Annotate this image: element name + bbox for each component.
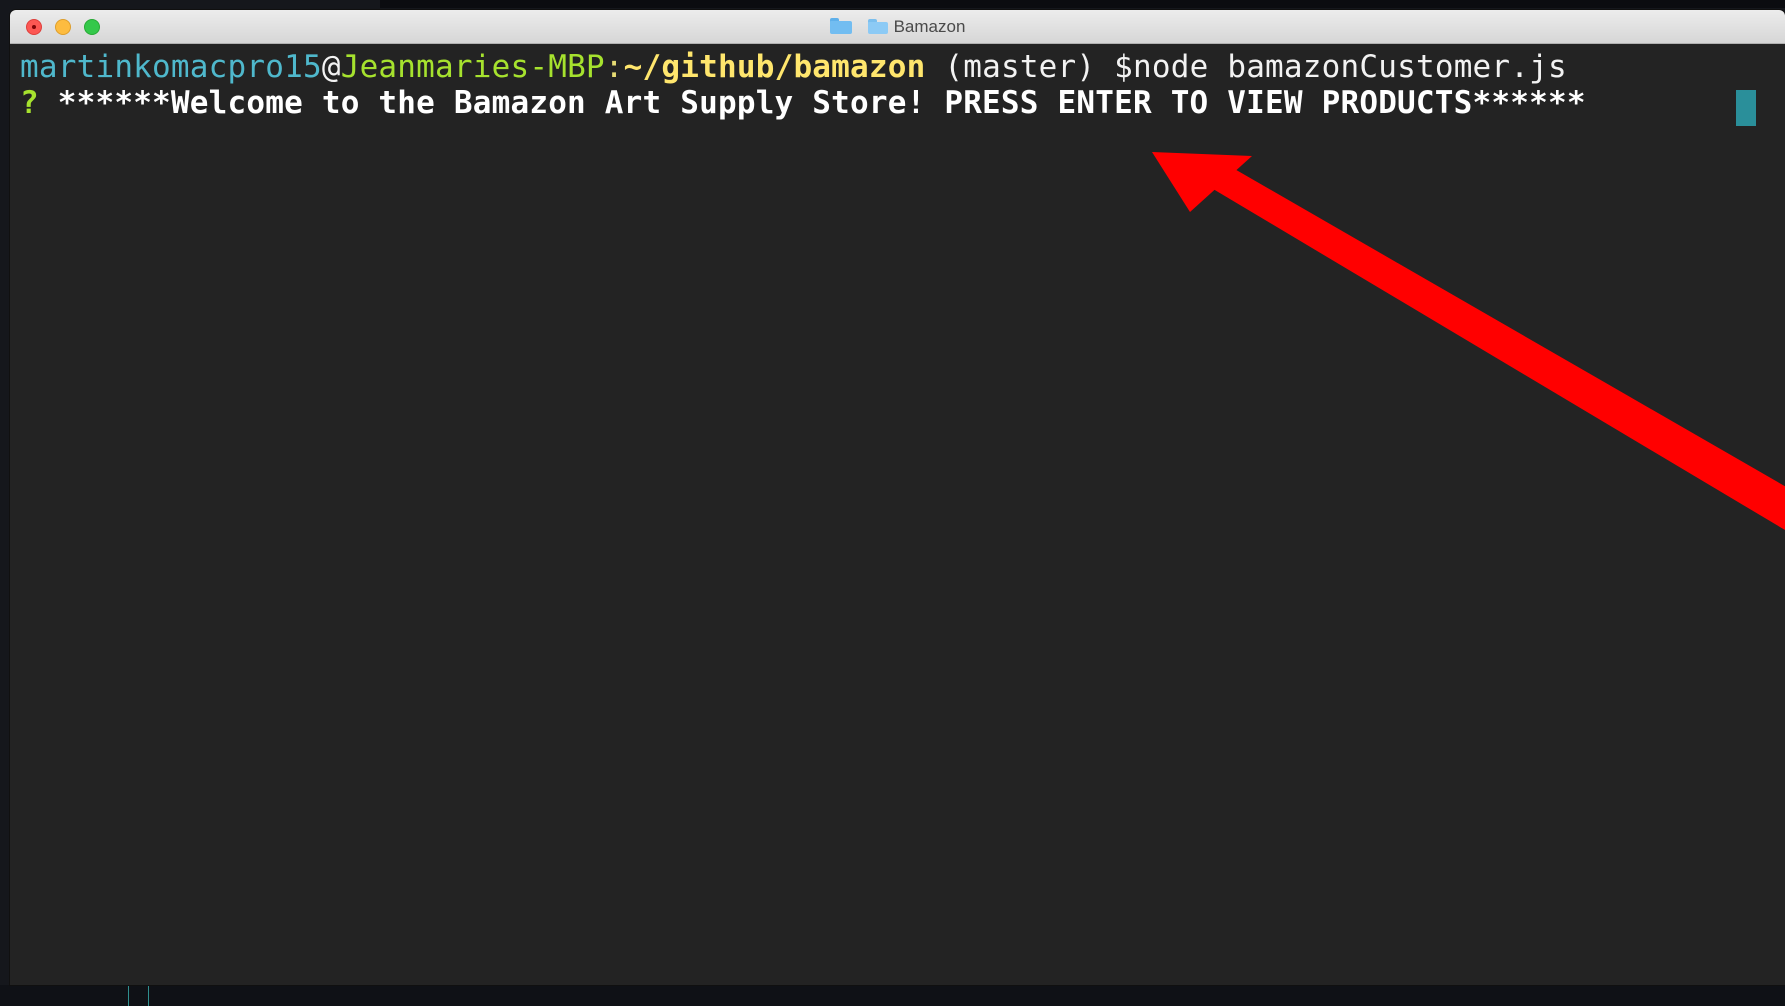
terminal-content[interactable]: martinkomacpro15@Jeanmaries-MBP:~/github… [10, 44, 1785, 985]
output-line: ? ******Welcome to the Bamazon Art Suppl… [20, 85, 1605, 121]
desktop-top-edge [380, 0, 1785, 8]
bottom-strip-divider [128, 985, 129, 1006]
cursor-block [1736, 90, 1756, 126]
prompt-host: Jeanmaries-MBP [340, 49, 605, 85]
folder-icon [867, 19, 888, 34]
question-mark: ? [20, 85, 39, 121]
welcome-message: ******Welcome to the Bamazon Art Supply … [38, 85, 1605, 121]
command-text: node bamazonCustomer.js [1133, 49, 1567, 85]
prompt-branch: (master) [925, 49, 1115, 85]
bottom-strip-divider [148, 985, 149, 1006]
window-titlebar[interactable]: Bamazon [10, 10, 1785, 44]
prompt-user: martinkomacpro15 [20, 49, 322, 85]
prompt-at: @ [321, 49, 341, 85]
desktop-bottom-strip [0, 985, 1785, 1006]
window-title: Bamazon [10, 10, 1785, 44]
folder-icon [829, 18, 852, 34]
prompt-colon: : [604, 49, 624, 85]
terminal-window: Bamazon martinkomacpro15@Jeanmaries-MBP:… [10, 10, 1785, 985]
prompt-symbol: $ [1114, 49, 1134, 85]
prompt-path: ~/github/bamazon [623, 49, 926, 85]
window-title-text: Bamazon [893, 17, 966, 36]
prompt-line: martinkomacpro15@Jeanmaries-MBP:~/github… [20, 49, 1567, 85]
